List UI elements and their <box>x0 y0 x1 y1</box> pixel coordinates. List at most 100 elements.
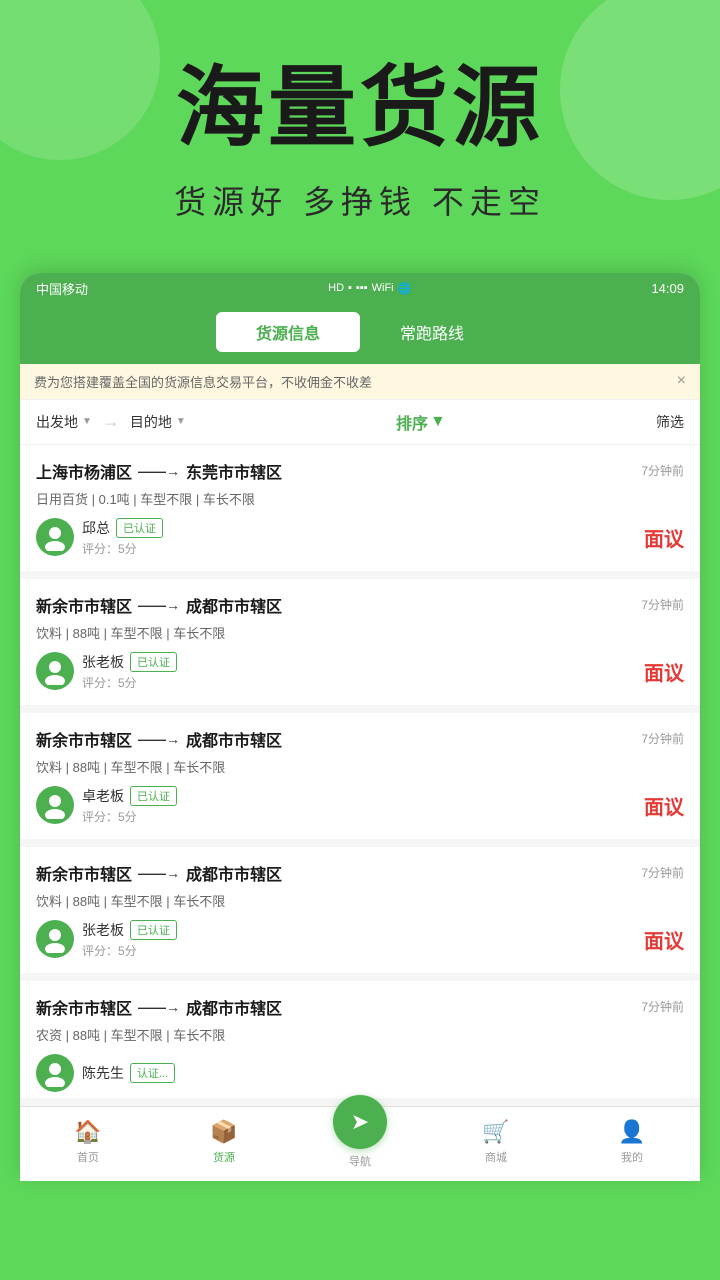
tab-regular-routes[interactable]: 常跑路线 <box>360 312 504 352</box>
route-4: 新余市市辖区 ——→ 成都市市辖区 <box>36 995 282 1019</box>
route-arrow-0: ——→ <box>138 463 180 479</box>
sort-label: 排序 <box>396 410 428 434</box>
profile-label: 我的 <box>621 1149 643 1165</box>
price-0: 面议 <box>644 523 684 552</box>
nav-freight[interactable]: 📦 货源 <box>184 1119 264 1165</box>
time-display: 14:09 <box>651 281 684 296</box>
footer-2: 卓老板 已认证 评分：5分 面议 <box>36 786 684 825</box>
filter-bar: 出发地 ▼ → 目的地 ▼ 排序 ▼ 筛选 <box>20 400 700 445</box>
dest-4: 成都市市辖区 <box>186 995 282 1019</box>
user-name-row-0: 邱总 已认证 <box>82 518 163 538</box>
freight-card-2[interactable]: 新余市市辖区 ——→ 成都市市辖区 7分钟前 饮料 | 88吨 | 车型不限 |… <box>20 713 700 839</box>
certified-3: 已认证 <box>130 920 177 940</box>
dest-label: 目的地 <box>130 412 172 432</box>
hero-section: 海量货源 货源好 多挣钱 不走空 <box>0 0 720 253</box>
card-header-1: 新余市市辖区 ——→ 成都市市辖区 7分钟前 <box>36 593 684 617</box>
freight-card-3[interactable]: 新余市市辖区 ——→ 成都市市辖区 7分钟前 饮料 | 88吨 | 车型不限 |… <box>20 847 700 973</box>
home-label: 首页 <box>77 1149 99 1165</box>
freight-icon: 📦 <box>210 1119 237 1145</box>
shop-label: 商城 <box>485 1149 507 1165</box>
navigate-icon: ➤ <box>351 1109 369 1135</box>
user-name-3: 张老板 <box>82 920 124 940</box>
detail-4: 农资 | 88吨 | 车型不限 | 车长不限 <box>36 1025 684 1044</box>
origin-4: 新余市市辖区 <box>36 995 132 1019</box>
score-2: 评分：5分 <box>82 808 177 825</box>
navigate-label: 导航 <box>349 1153 371 1169</box>
signal-icons: HD ▪ ▪▪▪ WiFi 🌐 <box>328 282 411 295</box>
origin-3: 新余市市辖区 <box>36 861 132 885</box>
avatar-2 <box>36 786 74 824</box>
detail-3: 饮料 | 88吨 | 车型不限 | 车长不限 <box>36 891 684 910</box>
time-4: 7分钟前 <box>641 998 684 1015</box>
filter-divider-1: → <box>102 411 120 432</box>
notice-text: 费为您搭建覆盖全国的货源信息交易平台，不收佣金不收差 <box>34 372 669 391</box>
dest-1: 成都市市辖区 <box>186 593 282 617</box>
freight-card-1[interactable]: 新余市市辖区 ——→ 成都市市辖区 7分钟前 饮料 | 88吨 | 车型不限 |… <box>20 579 700 705</box>
user-name-row-4: 陈先生 认证... <box>82 1063 175 1083</box>
route-3: 新余市市辖区 ——→ 成都市市辖区 <box>36 861 282 885</box>
origin-1: 新余市市辖区 <box>36 593 132 617</box>
detail-0: 日用百货 | 0.1吨 | 车型不限 | 车长不限 <box>36 489 684 508</box>
user-name-row-2: 卓老板 已认证 <box>82 786 177 806</box>
detail-2: 饮料 | 88吨 | 车型不限 | 车长不限 <box>36 757 684 776</box>
status-bar: 中国移动 HD ▪ ▪▪▪ WiFi 🌐 14:09 <box>20 273 700 304</box>
avatar-4 <box>36 1054 74 1092</box>
screen-filter[interactable]: 筛选 <box>656 412 684 432</box>
footer-0: 邱总 已认证 评分：5分 面议 <box>36 518 684 557</box>
origin-filter[interactable]: 出发地 ▼ <box>36 412 92 432</box>
route-0: 上海市杨浦区 ——→ 东莞市市辖区 <box>36 459 282 483</box>
user-name-1: 张老板 <box>82 652 124 672</box>
user-details-0: 邱总 已认证 评分：5分 <box>82 518 163 557</box>
filter-label: 筛选 <box>656 412 684 432</box>
navigate-center-btn[interactable]: ➤ <box>333 1095 387 1149</box>
score-0: 评分：5分 <box>82 540 163 557</box>
dest-3: 成都市市辖区 <box>186 861 282 885</box>
time-0: 7分钟前 <box>641 462 684 479</box>
origin-2: 新余市市辖区 <box>36 727 132 751</box>
bottom-nav: 🏠 首页 📦 货源 ➤ 导航 🛒 商城 👤 我的 <box>20 1106 700 1181</box>
card-header-3: 新余市市辖区 ——→ 成都市市辖区 7分钟前 <box>36 861 684 885</box>
user-info-4: 陈先生 认证... <box>36 1054 175 1092</box>
user-name-4: 陈先生 <box>82 1063 124 1083</box>
nav-home[interactable]: 🏠 首页 <box>48 1119 128 1165</box>
freight-card-4[interactable]: 新余市市辖区 ——→ 成都市市辖区 7分钟前 农资 | 88吨 | 车型不限 |… <box>20 981 700 1098</box>
carrier-text: 中国移动 <box>36 279 88 298</box>
phone-frame: 中国移动 HD ▪ ▪▪▪ WiFi 🌐 14:09 货源信息 常跑路线 费为您… <box>20 273 700 1181</box>
dest-0: 东莞市市辖区 <box>186 459 282 483</box>
nav-shop[interactable]: 🛒 商城 <box>456 1119 536 1165</box>
nav-navigate[interactable]: ➤ 导航 <box>320 1115 400 1169</box>
score-1: 评分：5分 <box>82 674 177 691</box>
footer-3: 张老板 已认证 评分：5分 面议 <box>36 920 684 959</box>
dest-filter[interactable]: 目的地 ▼ <box>130 412 186 432</box>
route-arrow-2: ——→ <box>138 731 180 747</box>
avatar-3 <box>36 920 74 958</box>
origin-chevron: ▼ <box>82 416 92 427</box>
user-name-0: 邱总 <box>82 518 110 538</box>
user-name-row-1: 张老板 已认证 <box>82 652 177 672</box>
origin-label: 出发地 <box>36 412 78 432</box>
route-arrow-3: ——→ <box>138 865 180 881</box>
sort-icon: ▼ <box>430 413 446 431</box>
sort-filter[interactable]: 排序 ▼ <box>396 410 446 434</box>
user-details-2: 卓老板 已认证 评分：5分 <box>82 786 177 825</box>
card-header-2: 新余市市辖区 ——→ 成都市市辖区 7分钟前 <box>36 727 684 751</box>
shop-icon: 🛒 <box>482 1119 509 1145</box>
dest-2: 成都市市辖区 <box>186 727 282 751</box>
freight-card-0[interactable]: 上海市杨浦区 ——→ 东莞市市辖区 7分钟前 日用百货 | 0.1吨 | 车型不… <box>20 445 700 571</box>
certified-4: 认证... <box>130 1063 175 1083</box>
route-2: 新余市市辖区 ——→ 成都市市辖区 <box>36 727 282 751</box>
notice-close-button[interactable]: × <box>677 372 686 390</box>
card-header-0: 上海市杨浦区 ——→ 东莞市市辖区 7分钟前 <box>36 459 684 483</box>
score-3: 评分：5分 <box>82 942 177 959</box>
freight-label: 货源 <box>213 1149 235 1165</box>
hero-subtitle: 货源好 多挣钱 不走空 <box>40 177 680 223</box>
time-1: 7分钟前 <box>641 596 684 613</box>
tab-freight-info[interactable]: 货源信息 <box>216 312 360 352</box>
notice-banner: 费为您搭建覆盖全国的货源信息交易平台，不收佣金不收差 × <box>20 364 700 400</box>
nav-profile[interactable]: 👤 我的 <box>592 1119 672 1165</box>
user-info-3: 张老板 已认证 评分：5分 <box>36 920 177 959</box>
deco-circle-tr <box>560 0 720 200</box>
price-2: 面议 <box>644 791 684 820</box>
footer-1: 张老板 已认证 评分：5分 面议 <box>36 652 684 691</box>
user-info-1: 张老板 已认证 评分：5分 <box>36 652 177 691</box>
